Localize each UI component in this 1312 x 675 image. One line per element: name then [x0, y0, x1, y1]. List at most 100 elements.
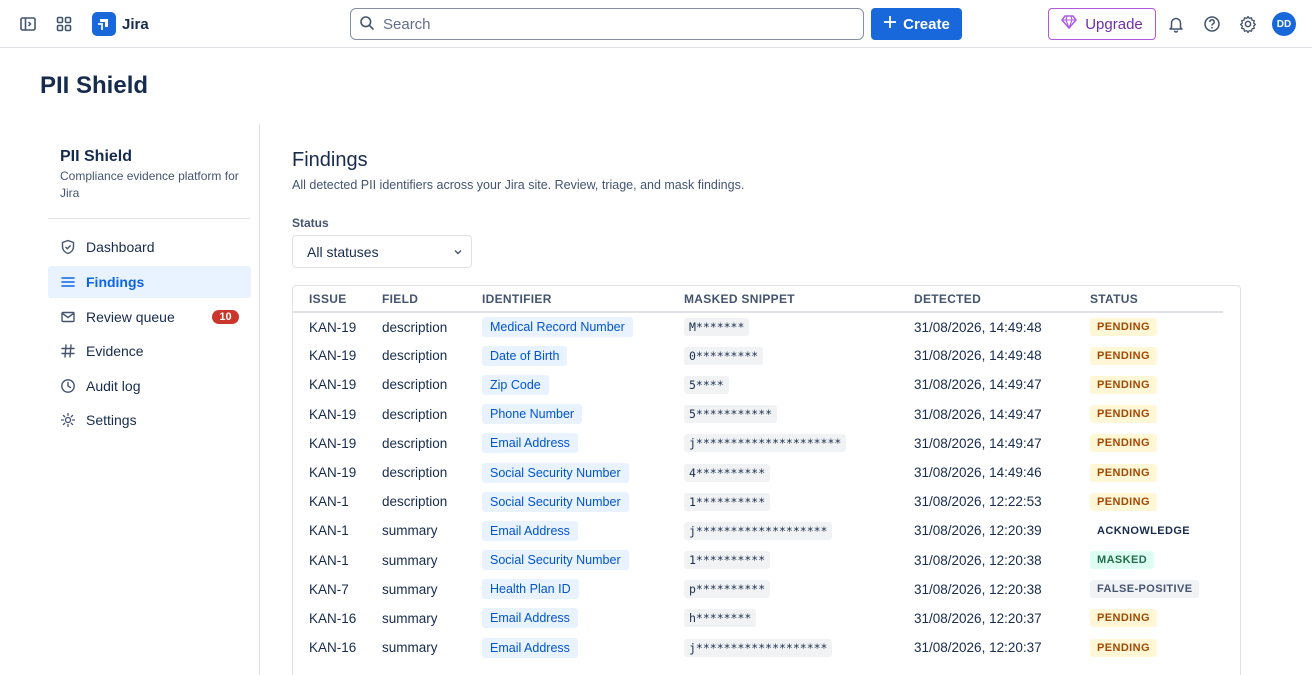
gear-icon[interactable] — [1236, 12, 1260, 36]
masked-snippet-cell: M******* — [684, 312, 914, 341]
jira-logo[interactable]: Jira — [92, 12, 149, 36]
sidebar-item-evidence[interactable]: Evidence — [48, 335, 251, 367]
field-cell: description — [382, 494, 448, 510]
field-cell: description — [382, 319, 448, 335]
column-header-field[interactable]: FIELD — [382, 286, 482, 313]
issue-key-link[interactable]: KAN-19 — [309, 320, 356, 335]
search-input[interactable] — [383, 15, 843, 33]
search-icon — [359, 15, 375, 34]
app-switcher-icon[interactable] — [52, 12, 76, 36]
masked-snippet-cell: h******** — [684, 604, 914, 633]
issue-key[interactable]: KAN-16 — [293, 604, 382, 633]
issue-key-link[interactable]: KAN-19 — [309, 465, 356, 480]
column-header-detected[interactable]: DETECTED — [914, 286, 1090, 313]
issue-key[interactable]: KAN-19 — [293, 400, 382, 429]
sidebar-item-label: Review queue — [86, 309, 175, 325]
masked-snippet: 0********* — [684, 346, 764, 365]
issue-key-link[interactable]: KAN-19 — [309, 377, 356, 392]
masked-snippet: 1********** — [684, 551, 771, 570]
issue-key[interactable]: KAN-1 — [293, 546, 382, 575]
table-row[interactable]: KAN-16 summary Email Address j*************… — [293, 633, 1223, 662]
issue-key-link[interactable]: KAN-19 — [309, 348, 356, 363]
detected-cell: 31/08/2026, 12:20:39 — [914, 523, 1042, 539]
identifier-cell: Email Address — [482, 604, 684, 633]
issue-key[interactable]: KAN-19 — [293, 370, 382, 399]
table-row[interactable]: KAN-19 description Zip Code 5**** 31/08/2026… — [293, 370, 1223, 399]
page-title: PII Shield — [40, 72, 149, 99]
status-badge: PENDING — [1090, 638, 1157, 657]
table-row[interactable]: KAN-19 description Medical Record Number M*… — [293, 312, 1223, 341]
identifier-cell: Phone Number — [482, 400, 684, 429]
column-header-status[interactable]: STATUS — [1090, 286, 1223, 313]
status-filter-select[interactable]: All statuses — [292, 235, 472, 268]
status-cell: ACKNOWLEDGE — [1090, 516, 1223, 545]
column-header-masked-snippet[interactable]: MASKED SNIPPET — [684, 286, 914, 313]
gem-icon — [1061, 15, 1077, 33]
issue-key[interactable]: KAN-19 — [293, 429, 382, 458]
create-button[interactable]: Create — [871, 8, 962, 40]
table-row[interactable]: KAN-19 description Email Address j*********… — [293, 429, 1223, 458]
upgrade-button[interactable]: Upgrade — [1048, 8, 1156, 40]
search-box[interactable] — [350, 8, 864, 40]
table-row[interactable]: KAN-1 summary Email Address j**************… — [293, 516, 1223, 545]
bell-icon[interactable] — [1164, 12, 1188, 36]
issue-key[interactable]: KAN-19 — [293, 341, 382, 370]
issue-key[interactable]: KAN-19 — [293, 312, 382, 341]
issue-key[interactable]: KAN-19 — [293, 458, 382, 487]
detected-cell: 31/08/2026, 12:20:38 — [914, 581, 1042, 597]
masked-snippet-cell: 5**** — [684, 370, 914, 399]
identifier-cell: Zip Code — [482, 370, 684, 399]
field-cell: summary — [382, 552, 438, 568]
findings-table-container: ISSUE FIELD IDENTIFIER MASKED SNIPPET DE… — [292, 285, 1241, 675]
issue-key-link[interactable]: KAN-19 — [309, 407, 356, 422]
clock-icon — [60, 378, 76, 394]
help-icon[interactable] — [1200, 12, 1224, 36]
avatar[interactable]: DD — [1272, 12, 1296, 36]
issue-key[interactable]: KAN-7 — [293, 575, 382, 604]
table-row[interactable]: KAN-19 description Social Security Number 4… — [293, 458, 1223, 487]
issue-key-link[interactable]: KAN-1 — [309, 553, 349, 568]
table-row[interactable]: KAN-19 description Phone Number 5**********… — [293, 400, 1223, 429]
issue-key-link[interactable]: KAN-16 — [309, 611, 356, 626]
jira-logo-icon — [92, 12, 116, 36]
detected-cell: 31/08/2026, 12:20:38 — [914, 552, 1042, 568]
issue-key-link[interactable]: KAN-19 — [309, 436, 356, 451]
masked-snippet: 5**** — [684, 375, 729, 394]
masked-snippet: 5*********** — [684, 405, 778, 424]
status-cell: FALSE-POSITIVE — [1090, 575, 1223, 604]
table-row[interactable]: KAN-7 summary Health Plan ID p********** 31/… — [293, 575, 1223, 604]
masked-snippet: h******** — [684, 609, 757, 628]
issue-key-link[interactable]: KAN-7 — [309, 582, 349, 597]
masked-snippet: 4********** — [684, 463, 771, 482]
sidebar-item-findings[interactable]: Findings — [48, 266, 251, 298]
sidebar-item-settings[interactable]: Settings — [48, 404, 251, 436]
issue-key[interactable]: KAN-16 — [293, 633, 382, 662]
column-header-issue[interactable]: ISSUE — [293, 286, 382, 313]
table-row[interactable]: KAN-1 description Social Security Number 1*… — [293, 487, 1223, 516]
identifier-tag: Email Address — [482, 608, 578, 629]
issue-key-link[interactable]: KAN-1 — [309, 494, 349, 509]
column-header-identifier[interactable]: IDENTIFIER — [482, 286, 684, 313]
sidebar-item-label: Findings — [86, 274, 145, 290]
sidebar-item-dashboard[interactable]: Dashboard — [48, 231, 251, 263]
identifier-tag: Email Address — [482, 433, 578, 454]
detected-cell: 31/08/2026, 12:20:37 — [914, 640, 1042, 656]
sidebar-toggle-icon[interactable] — [16, 12, 40, 36]
status-badge: PENDING — [1090, 318, 1157, 337]
status-badge: PENDING — [1090, 492, 1157, 511]
sidebar-item-review-queue[interactable]: Review queue 10 — [48, 301, 251, 333]
issue-key[interactable]: KAN-1 — [293, 516, 382, 545]
table-row[interactable]: KAN-19 description Date of Birth 0*********… — [293, 341, 1223, 370]
masked-snippet: 1********** — [684, 492, 771, 511]
table-row[interactable]: KAN-1 summary Social Security Number 1*****… — [293, 546, 1223, 575]
identifier-cell: Medical Record Number — [482, 312, 684, 341]
identifier-tag: Social Security Number — [482, 550, 629, 571]
issue-key-link[interactable]: KAN-16 — [309, 640, 356, 655]
table-row[interactable]: KAN-16 summary Email Address h******** 31/08… — [293, 604, 1223, 633]
identifier-tag: Social Security Number — [482, 491, 629, 512]
masked-snippet: M******* — [684, 318, 750, 337]
sidebar-item-audit-log[interactable]: Audit log — [48, 370, 251, 402]
issue-key-link[interactable]: KAN-1 — [309, 523, 349, 538]
identifier-tag: Date of Birth — [482, 345, 568, 366]
issue-key[interactable]: KAN-1 — [293, 487, 382, 516]
